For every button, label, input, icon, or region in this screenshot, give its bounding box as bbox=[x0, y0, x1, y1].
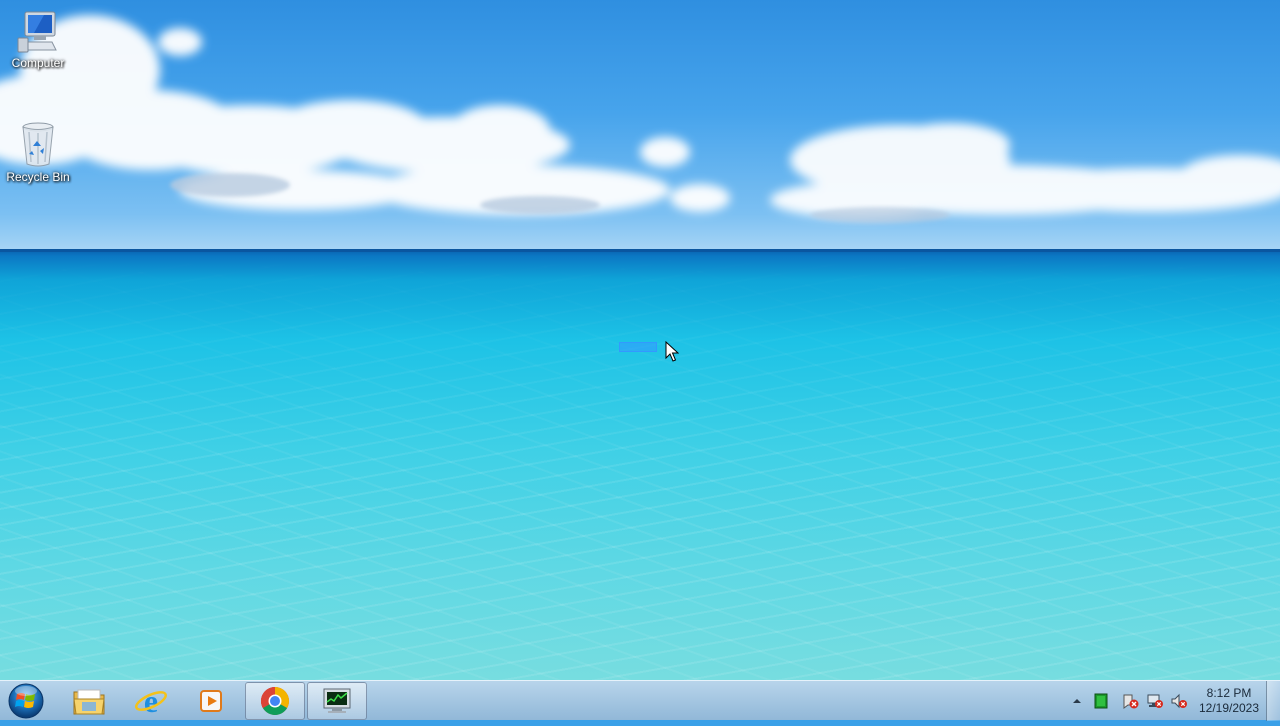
sky bbox=[0, 0, 1280, 252]
chrome-icon bbox=[261, 687, 289, 715]
clouds bbox=[0, 15, 1280, 223]
computer-icon bbox=[17, 11, 57, 53]
taskbar-media-player-button[interactable] bbox=[181, 682, 241, 720]
clock-date: 12/19/2023 bbox=[1198, 701, 1260, 715]
selection-rectangle bbox=[619, 342, 657, 352]
clock-time: 8:12 PM bbox=[1206, 686, 1252, 700]
horizon-line bbox=[0, 249, 1280, 252]
desktop-icon-label: Computer bbox=[11, 56, 65, 70]
media-player-icon bbox=[200, 690, 222, 712]
show-desktop-button[interactable] bbox=[1266, 681, 1280, 721]
sea bbox=[0, 250, 1280, 680]
taskbar-explorer-button[interactable] bbox=[59, 682, 119, 720]
desktop-icon-label: Recycle Bin bbox=[6, 170, 70, 184]
show-hidden-icons-arrow[interactable] bbox=[1072, 697, 1082, 705]
start-button[interactable] bbox=[4, 681, 50, 721]
task-manager-icon bbox=[323, 688, 351, 713]
taskbar-clock[interactable]: 8:12 PM 12/19/2023 bbox=[1196, 686, 1262, 716]
recycle-bin-icon bbox=[22, 122, 54, 167]
windows-logo-icon bbox=[8, 683, 44, 719]
taskbar: e 8:12 PM 12/19/2023 bbox=[0, 680, 1280, 721]
svg-text:e: e bbox=[144, 685, 158, 717]
desktop-icon-recycle-bin[interactable]: Recycle Bin bbox=[2, 120, 74, 184]
taskbar-chrome-button[interactable] bbox=[245, 682, 305, 720]
green-app-icon[interactable] bbox=[1094, 693, 1108, 709]
action-center-alert-icon[interactable] bbox=[1122, 693, 1140, 709]
desktop-wallpaper[interactable] bbox=[0, 0, 1280, 680]
folder-icon bbox=[73, 689, 105, 715]
mouse-cursor-icon bbox=[665, 341, 679, 362]
network-alert-icon[interactable] bbox=[1146, 693, 1164, 709]
desktop-icon-computer[interactable]: Computer bbox=[2, 8, 74, 70]
system-tray bbox=[1066, 681, 1202, 721]
taskbar-task-manager-button[interactable] bbox=[307, 682, 367, 720]
volume-muted-icon[interactable] bbox=[1170, 693, 1188, 709]
taskbar-internet-explorer-button[interactable]: e bbox=[121, 682, 181, 720]
internet-explorer-icon: e bbox=[135, 685, 167, 717]
